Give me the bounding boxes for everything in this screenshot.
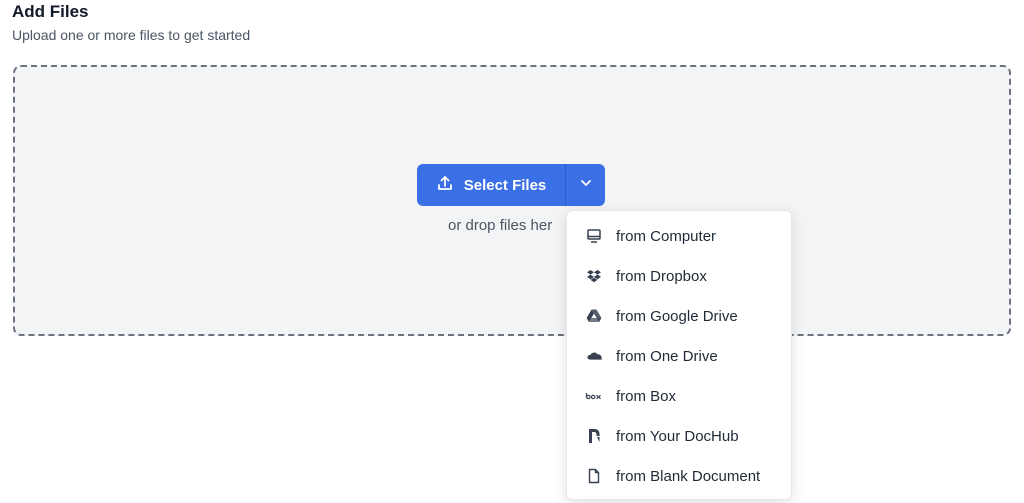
monitor-icon [585,227,603,245]
drop-hint-text: or drop files her [448,217,553,234]
dropbox-icon [585,267,603,285]
onedrive-icon [585,347,603,365]
upload-icon [436,174,454,196]
upload-source-menu: from Computer from Dropbox from Google D… [566,210,792,500]
add-files-page: Add Files Upload one or more files to ge… [0,0,1024,503]
google-drive-icon [585,307,603,325]
dochub-icon [585,427,603,445]
menu-item-label: from One Drive [616,347,718,365]
chevron-down-icon [579,176,593,195]
menu-item-label: from Blank Document [616,467,761,485]
page-title: Add Files [12,2,89,21]
menu-item-label: from Dropbox [616,267,707,285]
blank-document-icon [585,467,603,485]
menu-item-google-drive[interactable]: from Google Drive [567,296,791,336]
menu-item-label: from Box [616,387,677,405]
menu-item-dochub[interactable]: from Your DocHub [567,416,791,456]
menu-item-computer[interactable]: from Computer [567,216,791,256]
page-subtitle: Upload one or more files to get started [12,27,251,43]
select-files-split-button: Select Files [417,164,605,206]
menu-item-dropbox[interactable]: from Dropbox [567,256,791,296]
menu-item-one-drive[interactable]: from One Drive [567,336,791,376]
select-files-label: Select Files [463,176,547,194]
box-icon [585,387,603,405]
menu-item-blank-document[interactable]: from Blank Document [567,456,791,496]
menu-item-label: from Google Drive [616,307,738,325]
menu-item-box[interactable]: from Box [567,376,791,416]
menu-item-label: from Computer [616,227,717,245]
select-source-dropdown-button[interactable] [566,164,605,206]
select-files-button[interactable]: Select Files [417,164,565,206]
menu-item-label: from Your DocHub [616,427,739,445]
